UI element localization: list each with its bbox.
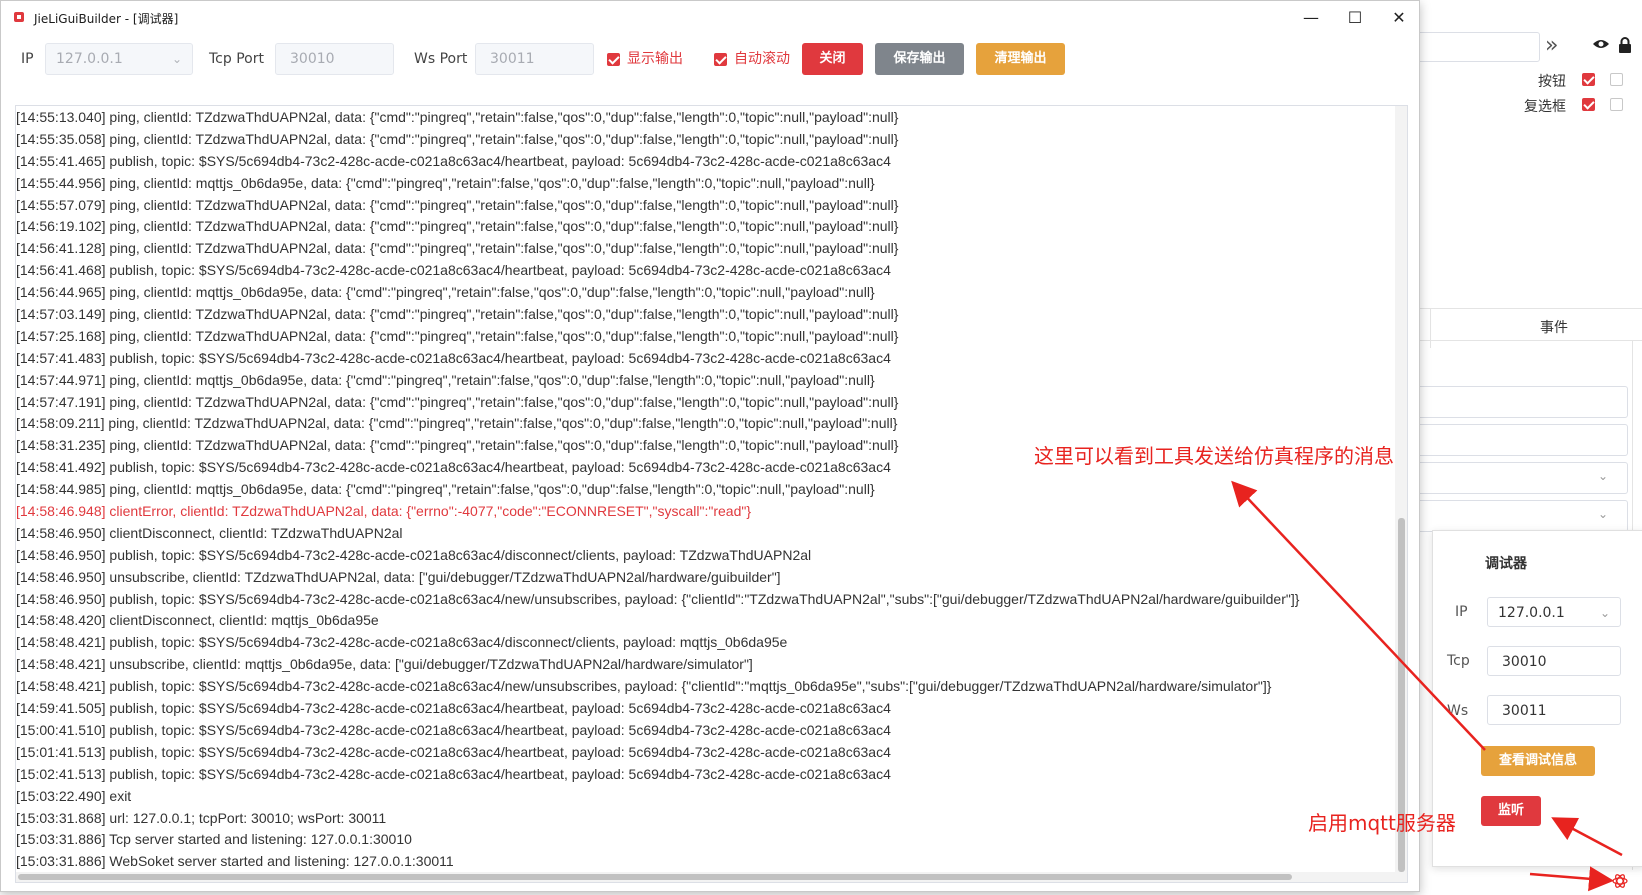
arrow-to-mqtt-icon bbox=[1529, 866, 1614, 892]
arrow-to-listen bbox=[1551, 817, 1623, 857]
annotation-arrows bbox=[1231, 480, 1623, 892]
arrow-to-log bbox=[1231, 480, 1486, 751]
